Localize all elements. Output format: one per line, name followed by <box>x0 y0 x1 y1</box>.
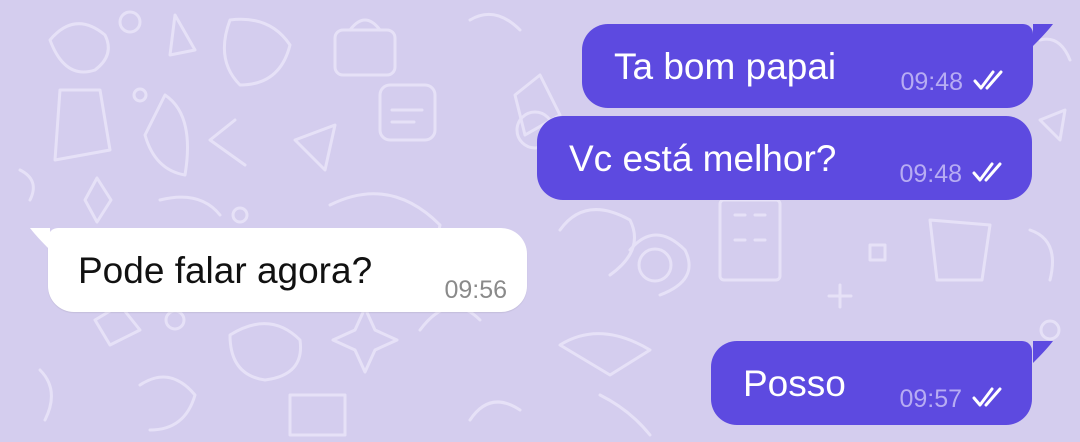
message-time: 09:57 <box>899 385 962 413</box>
message-meta: 09:56 <box>444 278 507 303</box>
message-meta: 09:57 <box>899 386 1006 413</box>
double-check-icon <box>972 161 1006 188</box>
message-text: Vc está melhor? <box>569 138 837 179</box>
double-check-icon <box>972 386 1006 413</box>
message-text: Posso <box>743 363 846 404</box>
message-meta: 09:48 <box>900 69 1007 96</box>
message-time: 09:48 <box>899 160 962 188</box>
outgoing-bubble-tail <box>1025 341 1053 363</box>
message-meta: 09:48 <box>899 161 1006 188</box>
message-text: Ta bom papai <box>614 46 837 87</box>
outgoing-bubble-tail <box>1025 24 1053 46</box>
incoming-bubble-tail <box>30 228 58 250</box>
incoming-message-bubble[interactable]: Pode falar agora? 09:56 <box>48 228 527 312</box>
double-check-icon <box>973 69 1007 96</box>
message-time: 09:48 <box>900 68 963 96</box>
outgoing-message-bubble[interactable]: Posso 09:57 <box>711 341 1032 425</box>
outgoing-message-bubble[interactable]: Vc está melhor? 09:48 <box>537 116 1032 200</box>
message-time: 09:56 <box>444 276 507 304</box>
outgoing-message-bubble[interactable]: Ta bom papai 09:48 <box>582 24 1033 108</box>
message-text: Pode falar agora? <box>78 250 373 291</box>
chat-message-list: Ta bom papai 09:48 Vc está melhor? 09:48… <box>0 0 1080 442</box>
